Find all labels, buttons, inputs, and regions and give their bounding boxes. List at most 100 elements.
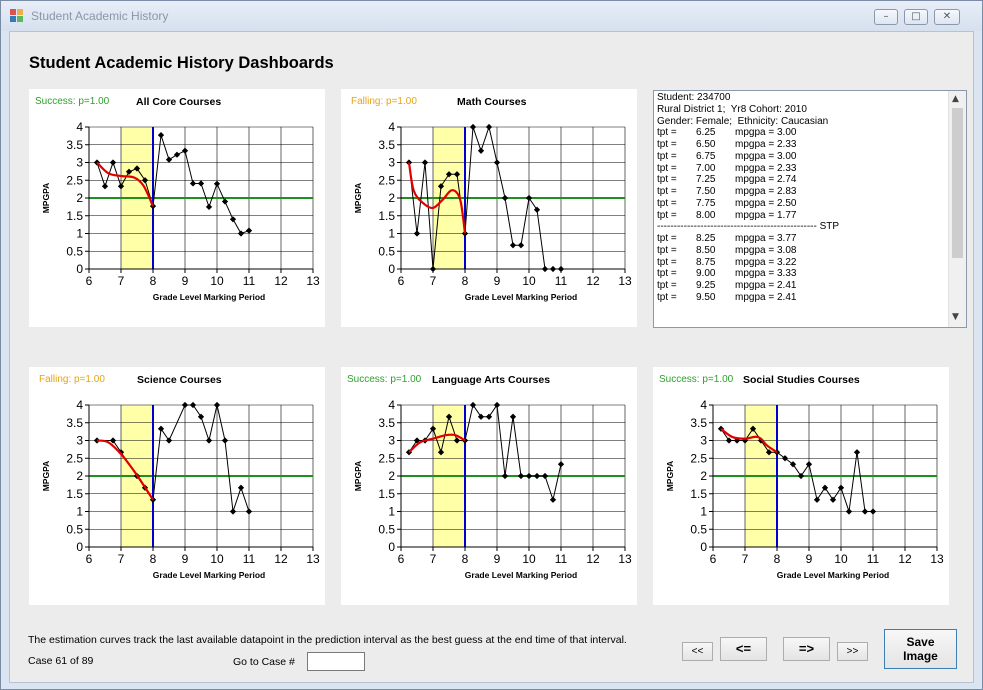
page-title: Student Academic History Dashboards xyxy=(29,54,334,72)
info-label: tpt = xyxy=(657,174,677,186)
x-tick-label: 7 xyxy=(118,552,125,566)
info-tpt: 8.75 xyxy=(696,256,716,268)
chart-language-arts: 6 7 8 9 10 11 12 13 0 0.5 1 1.5 2 2.5 3 3.5 4 Grade Level… xyxy=(353,398,632,580)
data-point xyxy=(109,437,117,444)
data-point xyxy=(245,227,253,234)
data-point xyxy=(477,413,485,420)
y-tick-label: 0.5 xyxy=(378,244,395,258)
data-point xyxy=(549,265,557,273)
y-tick-label: 4 xyxy=(76,120,83,134)
chart-status: Success: p=1.00 xyxy=(347,374,422,385)
info-tpt: 9.00 xyxy=(696,268,716,280)
chart-panel-social-studies: 6 7 8 9 10 11 12 13 0 0.5 1 1.5 2 2.5 3 3.5 4 Grade Level… xyxy=(653,367,949,605)
x-tick-label: 13 xyxy=(306,274,320,288)
save-image-button[interactable]: Save Image xyxy=(884,629,957,669)
chart-math: 6 7 8 9 10 11 12 13 0 0.5 1 1.5 2 2.5 3 3.5 4 Grade Level… xyxy=(353,120,632,302)
y-tick-label: 1 xyxy=(76,227,83,241)
data-point xyxy=(421,159,429,166)
info-mpgpa: mpgpa = 1.77 xyxy=(735,209,797,221)
y-tick-label: 2.5 xyxy=(690,451,707,465)
minimize-icon[interactable]: – xyxy=(874,9,898,25)
next-case-button[interactable]: => xyxy=(783,637,830,661)
data-point xyxy=(493,401,501,409)
data-point xyxy=(485,413,493,420)
data-point xyxy=(517,472,525,480)
info-mpgpa: mpgpa = 2.41 xyxy=(735,291,797,303)
info-label: tpt = xyxy=(657,139,677,150)
y-tick-label: 0.5 xyxy=(66,244,83,258)
maximize-icon[interactable]: □ xyxy=(904,9,928,25)
data-point xyxy=(845,508,853,515)
y-tick-label: 3.5 xyxy=(66,416,83,430)
goto-case-label: Go to Case # xyxy=(233,656,295,668)
data-point xyxy=(821,484,829,491)
x-tick-label: 13 xyxy=(306,552,320,566)
y-axis-label: MPGPA xyxy=(353,183,363,214)
y-tick-label: 2.5 xyxy=(378,451,395,465)
info-tpt: 7.25 xyxy=(696,174,716,186)
save-button-label-line2: Image xyxy=(903,649,938,663)
y-axis-label: MPGPA xyxy=(353,461,363,492)
info-label: tpt = xyxy=(657,233,677,244)
previous-case-button[interactable]: <= xyxy=(720,637,767,661)
chart-panel-math: 6 7 8 9 10 11 12 13 0 0.5 1 1.5 2 2.5 3 3.5 4 Grade Level… xyxy=(341,89,637,327)
x-tick-label: 10 xyxy=(210,552,224,566)
goto-case-input[interactable] xyxy=(307,652,365,671)
y-tick-label: 2.5 xyxy=(66,173,83,187)
data-point xyxy=(413,230,421,237)
data-point xyxy=(725,437,733,444)
data-point xyxy=(541,472,549,480)
info-mpgpa: mpgpa = 3.33 xyxy=(735,268,797,280)
info-mpgpa: mpgpa = 2.33 xyxy=(735,162,797,174)
data-point xyxy=(245,508,253,515)
close-icon[interactable]: ✕ xyxy=(934,9,960,25)
data-point xyxy=(213,401,221,409)
scrollbar-thumb[interactable] xyxy=(952,108,963,258)
info-label: tpt = xyxy=(657,127,677,139)
data-point xyxy=(181,401,189,409)
y-tick-label: 1.5 xyxy=(378,209,395,223)
data-point xyxy=(237,484,245,491)
data-point xyxy=(157,425,165,432)
x-tick-label: 11 xyxy=(243,274,256,288)
x-tick-label: 13 xyxy=(930,552,944,566)
scrollbar[interactable]: ▲ ▼ xyxy=(948,91,966,327)
y-tick-label: 3 xyxy=(388,156,395,170)
info-tpt: 8.25 xyxy=(696,233,716,244)
chart-title: All Core Courses xyxy=(136,96,222,108)
estimation-note: The estimation curves track the last ava… xyxy=(28,634,627,646)
y-tick-label: 1 xyxy=(388,505,395,519)
y-tick-label: 3 xyxy=(76,156,83,170)
info-tpt: 8.00 xyxy=(696,209,716,221)
data-point xyxy=(189,401,197,409)
info-mpgpa: mpgpa = 2.33 xyxy=(735,139,797,150)
scroll-up-icon[interactable]: ▲ xyxy=(952,94,959,104)
y-tick-label: 1 xyxy=(700,505,707,519)
info-tpt: 6.25 xyxy=(696,127,716,139)
x-tick-label: 10 xyxy=(522,274,536,288)
scroll-down-icon[interactable]: ▼ xyxy=(952,312,959,322)
data-point xyxy=(557,461,565,468)
title-bar[interactable]: Student Academic History – □ ✕ xyxy=(1,1,982,31)
student-info-textbox[interactable]: Student: 234700 Rural District 1; Yr8 Coh… xyxy=(653,90,967,328)
data-series-line xyxy=(408,403,562,502)
data-point xyxy=(165,437,173,444)
first-case-button[interactable]: << xyxy=(682,642,713,661)
x-tick-label: 6 xyxy=(398,274,405,288)
x-tick-label: 6 xyxy=(86,274,93,288)
y-axis-label: MPGPA xyxy=(665,461,675,492)
x-tick-label: 6 xyxy=(398,552,405,566)
data-point xyxy=(861,508,869,515)
chart-core: 6 7 8 9 10 11 12 13 0 0.5 1 1.5 2 2.5 3 3.5 4 Grade Level… xyxy=(41,120,320,302)
y-axis-label: MPGPA xyxy=(41,461,51,492)
data-point xyxy=(181,147,189,154)
data-point xyxy=(205,437,213,444)
app-icon xyxy=(10,9,24,23)
y-tick-label: 3.5 xyxy=(378,138,395,152)
y-tick-label: 3 xyxy=(388,434,395,448)
y-tick-label: 4 xyxy=(700,398,707,412)
y-tick-label: 2 xyxy=(700,469,707,483)
y-tick-label: 3.5 xyxy=(378,416,395,430)
chart-panel-science: 6 7 8 9 10 11 12 13 0 0.5 1 1.5 2 2.5 3 3.5 4 Grade Level… xyxy=(29,367,325,605)
last-case-button[interactable]: >> xyxy=(837,642,868,661)
